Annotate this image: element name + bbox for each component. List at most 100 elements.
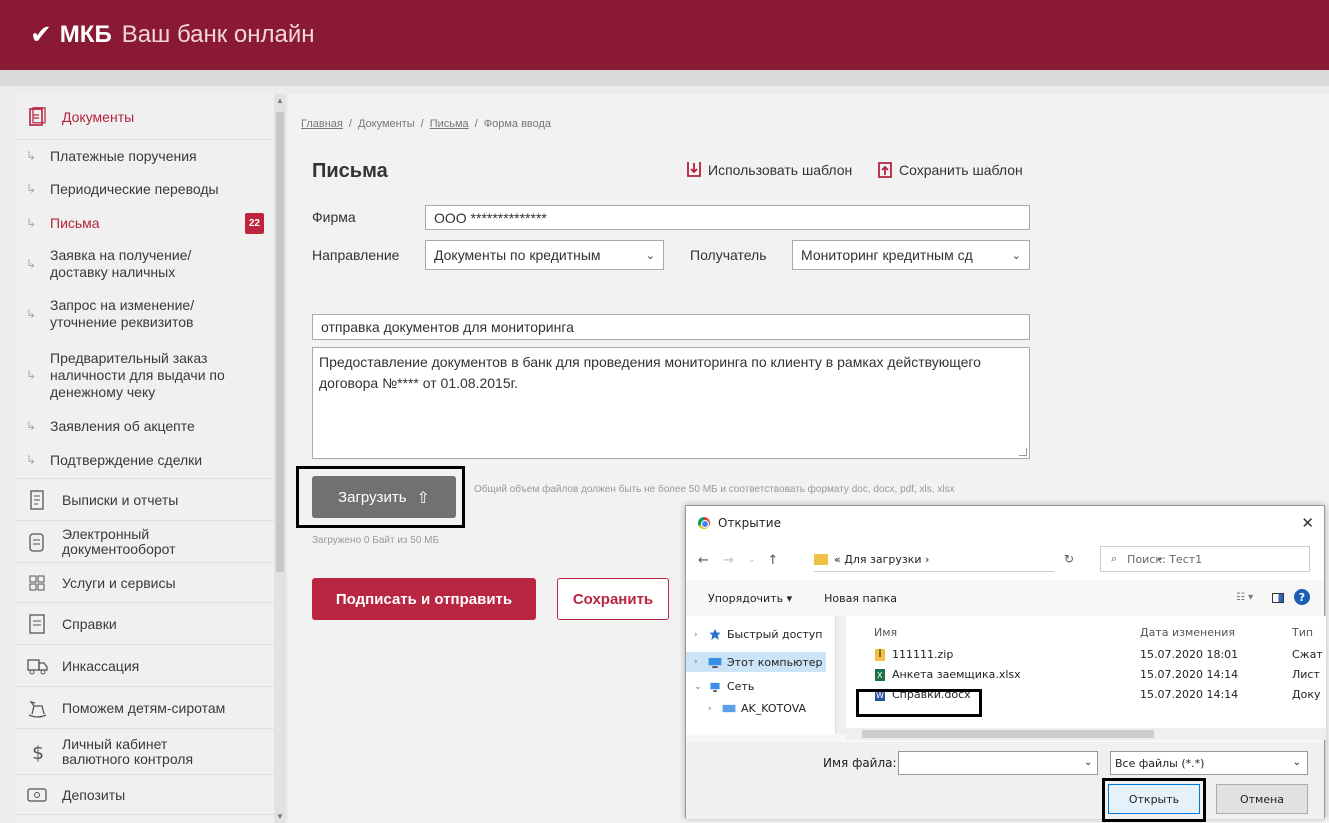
column-date-header[interactable]: Дата изменения bbox=[1140, 626, 1235, 639]
sidebar-section-deposits[interactable]: Депозиты bbox=[16, 775, 274, 815]
sub-arrow-icon: ↳ bbox=[26, 181, 37, 196]
up-icon[interactable]: ↑ bbox=[767, 553, 778, 568]
use-template-button[interactable]: Использовать шаблон bbox=[686, 161, 852, 179]
uploaded-status: Загружено 0 Байт из 50 МБ bbox=[312, 535, 440, 546]
firm-label: Фирма bbox=[312, 209, 356, 225]
sidebar-item-details-change[interactable]: ↳ Запрос на изменение/ уточнение реквизит… bbox=[16, 288, 274, 340]
recipient-select[interactable]: Мониторинг кредитным сд ⌄ bbox=[792, 240, 1030, 270]
sidebar-section-currency-control[interactable]: $ Личный кабинет валютного контроля bbox=[16, 729, 274, 775]
view-options-icon[interactable]: ☷ ▾ bbox=[1236, 592, 1253, 603]
sidebar-item-periodic-transfers[interactable]: ↳ Периодические переводы bbox=[16, 172, 274, 206]
sidebar: Документы ↳ Платежные поручения ↳ Периодич… bbox=[16, 94, 274, 823]
recipient-label: Получатель bbox=[690, 247, 767, 263]
refresh-icon[interactable]: ↻ bbox=[1064, 552, 1074, 566]
sidebar-section-statements[interactable]: Выписки и отчеты bbox=[16, 479, 274, 521]
tree-item-ak-kotova[interactable]: › AK_KOTOVA bbox=[708, 702, 848, 715]
zip-icon bbox=[875, 649, 885, 661]
sidebar-item-cash-request[interactable]: ↳ Заявка на получение/ доставку наличных bbox=[16, 240, 274, 288]
save-button[interactable]: Сохранить bbox=[557, 578, 669, 620]
filename-input[interactable] bbox=[898, 751, 1098, 775]
services-grid-icon bbox=[29, 575, 45, 590]
sidebar-item-letters[interactable]: ↳ Письма 22 bbox=[16, 206, 274, 240]
sidebar-item-acceptance[interactable]: ↳ Заявления об акцепте bbox=[16, 410, 274, 442]
app-header: ✔ МКБ Ваш банк онлайн bbox=[0, 0, 1329, 70]
sidebar-item-cash-preorder[interactable]: ↳ Предварительный заказ наличности для вы… bbox=[16, 340, 274, 410]
upload-hint: Общий объем файлов должен быть не более … bbox=[474, 484, 955, 495]
page-title: Письма bbox=[312, 160, 388, 182]
breadcrumb: Главная / Документы / Письма / Форма ввода bbox=[301, 118, 552, 130]
tree-item-network[interactable]: ⌄ Сеть bbox=[694, 680, 834, 693]
file-row[interactable]: 111111.zip 15.07.2020 18:01 Сжат bbox=[846, 646, 1326, 664]
deposit-icon bbox=[27, 787, 47, 802]
sub-arrow-icon: ↳ bbox=[26, 256, 37, 271]
sidebar-item-payment-orders[interactable]: ↳ Платежные поручения bbox=[16, 140, 274, 172]
save-template-button[interactable]: Сохранить шаблон bbox=[877, 161, 1023, 179]
new-folder-button[interactable]: Новая папка bbox=[824, 592, 897, 605]
dialog-title: Открытие bbox=[718, 516, 781, 530]
sub-arrow-icon: ↳ bbox=[26, 367, 37, 382]
organize-button[interactable]: Упорядочить ▾ bbox=[708, 592, 792, 605]
logo-name: МКБ bbox=[59, 21, 112, 48]
tree-item-quick-access[interactable]: › Быстрый доступ bbox=[694, 628, 834, 641]
chevron-down-icon: ⌄ bbox=[1292, 757, 1301, 768]
expand-icon[interactable]: › bbox=[694, 630, 708, 640]
monitor-icon bbox=[722, 704, 736, 713]
open-button[interactable]: Открыть bbox=[1108, 784, 1200, 814]
upload-button[interactable]: Загрузить ⇧ bbox=[312, 476, 456, 518]
svg-text:X: X bbox=[877, 671, 883, 680]
file-list-scrollbar[interactable] bbox=[846, 728, 1326, 740]
sidebar-section-certificates[interactable]: Справки bbox=[16, 603, 274, 645]
breadcrumb-letters[interactable]: Письма bbox=[430, 118, 469, 130]
sub-arrow-icon: ↳ bbox=[26, 452, 37, 467]
dialog-search-input[interactable]: ⌕ Поиск: Тест1 bbox=[1100, 546, 1310, 572]
tree-item-this-pc[interactable]: › Этот компьютер bbox=[686, 652, 826, 672]
help-icon[interactable]: ? bbox=[1294, 589, 1310, 605]
direction-select[interactable]: Документы по кредитным ⌄ bbox=[425, 240, 664, 270]
forward-icon[interactable]: → bbox=[723, 553, 734, 568]
collapse-icon[interactable]: ⌄ bbox=[694, 682, 708, 692]
scroll-up-icon[interactable]: ▲ bbox=[276, 96, 284, 105]
sidebar-item-deal-confirmation[interactable]: ↳ Подтверждение сделки bbox=[16, 442, 274, 478]
cancel-button[interactable]: Отмена bbox=[1216, 784, 1308, 814]
sidebar-section-services[interactable]: Услуги и сервисы bbox=[16, 563, 274, 603]
sign-and-send-button[interactable]: Подписать и отправить bbox=[312, 578, 536, 620]
resize-grip-icon[interactable] bbox=[1019, 448, 1027, 456]
subject-input[interactable]: отправка документов для мониторинга bbox=[312, 314, 1030, 340]
letters-count-badge: 22 bbox=[244, 212, 264, 234]
column-name-header[interactable]: Имя bbox=[874, 626, 897, 639]
sidebar-section-edo[interactable]: Электронный документооборот bbox=[16, 521, 274, 563]
folder-tree: › Быстрый доступ › Этот компьютер ⌄ Сеть… bbox=[686, 616, 836, 734]
sidebar-section-orphans[interactable]: Поможем детям-сиротам bbox=[16, 687, 274, 729]
body-textarea[interactable]: Предоставление документов в банк для про… bbox=[312, 347, 1030, 459]
computer-icon bbox=[708, 657, 722, 668]
recent-icon[interactable]: ⌄ bbox=[748, 555, 756, 565]
tree-scrollbar[interactable] bbox=[836, 616, 846, 734]
path-folder: Для загрузки bbox=[844, 553, 922, 566]
sub-arrow-icon: ↳ bbox=[26, 306, 37, 321]
sidebar-scrollbar-thumb[interactable] bbox=[276, 112, 284, 572]
sub-arrow-icon: ↳ bbox=[26, 215, 37, 230]
address-bar[interactable]: « Для загрузки › ⌄ bbox=[814, 548, 1164, 572]
sidebar-section-collection[interactable]: Инкассация bbox=[16, 645, 274, 687]
filetype-select[interactable]: Все файлы (*.*) ⌄ bbox=[1110, 751, 1308, 775]
file-row[interactable]: X Анкета заемщика.xlsx 15.07.2020 14:14 … bbox=[846, 666, 1326, 684]
breadcrumb-documents: Документы bbox=[357, 118, 415, 130]
chevron-down-icon[interactable]: ⌄ bbox=[1084, 757, 1092, 768]
dialog-bottom-bar: Имя файла: ⌄ Все файлы (*.*) ⌄ Открыть От… bbox=[686, 742, 1324, 822]
preview-pane-icon[interactable] bbox=[1272, 593, 1284, 603]
dialog-toolbar: Упорядочить ▾ Новая папка ☷ ▾ ? bbox=[686, 582, 1324, 614]
expand-icon[interactable]: › bbox=[694, 657, 708, 667]
sidebar-section-documents[interactable]: Документы bbox=[16, 94, 274, 140]
folder-icon bbox=[814, 554, 828, 565]
breadcrumb-home[interactable]: Главная bbox=[301, 118, 343, 130]
search-icon: ⌕ bbox=[1111, 552, 1118, 565]
scrollbar-thumb[interactable] bbox=[862, 730, 1154, 738]
close-icon[interactable]: ✕ bbox=[1301, 514, 1314, 532]
expand-icon[interactable]: › bbox=[708, 704, 722, 714]
download-template-icon bbox=[687, 162, 701, 177]
back-icon[interactable]: ← bbox=[698, 553, 709, 568]
chevron-down-icon: ⌄ bbox=[645, 248, 655, 262]
scroll-down-icon[interactable]: ▼ bbox=[276, 812, 284, 821]
column-type-header[interactable]: Тип bbox=[1292, 626, 1313, 639]
firm-field[interactable]: ООО ************** bbox=[425, 205, 1030, 230]
